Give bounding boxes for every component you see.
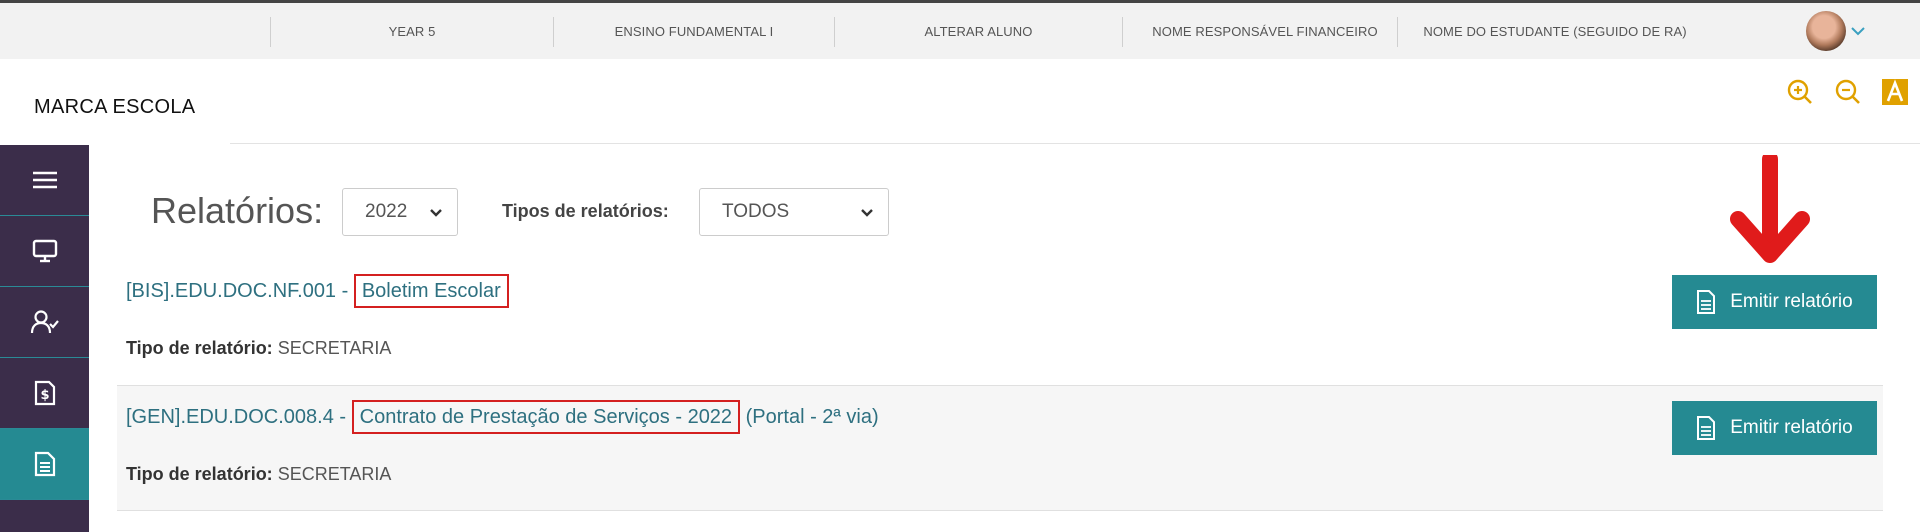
report-code: [BIS].EDU.DOC.NF.001 - — [126, 280, 349, 302]
monitor-icon — [32, 239, 57, 263]
sidebar-item-finance[interactable]: $ — [0, 358, 89, 429]
report-type: Tipo de relatório: SECRETARIA — [126, 338, 391, 359]
sidebar-item-student[interactable] — [0, 287, 89, 358]
money-document-icon: $ — [34, 380, 55, 406]
font-size-icon[interactable] — [1882, 78, 1908, 106]
report-type-value: SECRETARIA — [277, 338, 392, 358]
nav-separator — [1122, 17, 1123, 47]
report-type-value: SECRETARIA — [277, 464, 392, 484]
emit-report-button[interactable]: Emitir relatório — [1672, 275, 1877, 329]
report-type-select[interactable]: TODOS — [699, 188, 889, 236]
nav-separator — [1397, 17, 1398, 47]
year-select-value: 2022 — [365, 201, 408, 222]
report-type-label: Tipo de relatório: — [126, 338, 273, 358]
zoom-in-icon[interactable] — [1786, 78, 1814, 106]
report-row: [GEN].EDU.DOC.008.4 - Contrato de Presta… — [117, 385, 1883, 511]
report-type-label: Tipo de relatório: — [126, 464, 273, 484]
report-type: Tipo de relatório: SECRETARIA — [126, 464, 391, 485]
report-name[interactable]: Boletim Escolar — [353, 274, 509, 308]
top-navigation: YEAR 5 ENSINO FUNDAMENTAL I ALTERAR ALUN… — [0, 3, 1920, 59]
nav-item-student-name[interactable]: NOME DO ESTUDANTE (SEGUIDO DE RA) — [1405, 3, 1705, 59]
header-divider — [230, 143, 1920, 144]
sidebar-item-reports[interactable] — [0, 429, 89, 500]
nav-item-financial-responsible[interactable]: NOME RESPONSÁVEL FINANCEIRO — [1140, 3, 1390, 59]
nav-item-change-student[interactable]: ALTERAR ALUNO — [835, 3, 1122, 59]
emit-report-button[interactable]: Emitir relatório — [1672, 401, 1877, 455]
user-avatar[interactable] — [1806, 11, 1846, 51]
report-suffix: (Portal - 2ª via) — [745, 406, 879, 428]
report-code: [GEN].EDU.DOC.008.4 - — [126, 406, 347, 428]
report-type-label: Tipos de relatórios: — [502, 201, 669, 221]
year-select[interactable]: 2022 — [342, 188, 458, 236]
school-brand: MARCA ESCOLA — [34, 96, 196, 118]
emit-report-label: Emitir relatório — [1730, 417, 1853, 438]
document-icon — [1697, 290, 1716, 314]
chevron-down-icon — [861, 209, 873, 217]
nav-item-level[interactable]: ENSINO FUNDAMENTAL I — [554, 3, 834, 59]
sidebar-item-menu[interactable] — [0, 145, 89, 216]
nav-item-year[interactable]: YEAR 5 — [271, 3, 553, 59]
svg-text:$: $ — [40, 388, 49, 403]
report-title-line[interactable]: [GEN].EDU.DOC.008.4 - Contrato de Presta… — [126, 400, 879, 434]
sidebar: $ — [0, 145, 89, 532]
zoom-out-icon[interactable] — [1834, 78, 1862, 106]
report-title-line[interactable]: [BIS].EDU.DOC.NF.001 - Boletim Escolar — [126, 274, 509, 308]
red-arrow-annotation — [1730, 155, 1810, 263]
emit-report-label: Emitir relatório — [1730, 291, 1853, 312]
chevron-down-icon[interactable] — [1850, 23, 1866, 39]
document-icon — [1697, 416, 1716, 440]
user-check-icon — [30, 310, 59, 334]
page-title: Relatórios: — [151, 190, 324, 231]
report-name[interactable]: Contrato de Prestação de Serviços - 2022 — [351, 400, 741, 434]
sidebar-item-dashboard[interactable] — [0, 216, 89, 287]
menu-icon — [32, 171, 57, 189]
report-document-icon — [34, 451, 55, 477]
report-row: [BIS].EDU.DOC.NF.001 - Boletim Escolar T… — [117, 260, 1883, 384]
chevron-down-icon — [430, 209, 442, 217]
report-type-select-value: TODOS — [722, 201, 790, 222]
